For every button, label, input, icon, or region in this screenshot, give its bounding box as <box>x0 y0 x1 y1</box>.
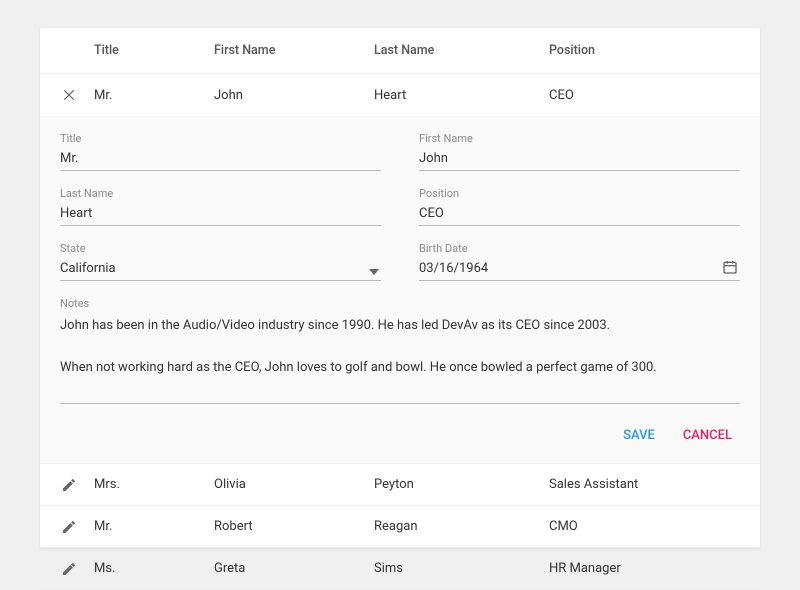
state-label: State <box>60 242 381 255</box>
last-name-field[interactable] <box>60 202 381 226</box>
edit-form: Title First Name Last Name Position Stat… <box>40 116 760 464</box>
calendar-icon[interactable] <box>722 259 738 275</box>
state-select[interactable] <box>60 257 381 281</box>
save-button[interactable]: SAVE <box>623 428 655 443</box>
cell-title: Mr. <box>94 88 214 103</box>
edit-icon[interactable] <box>60 560 78 578</box>
cell-first-name: Greta <box>214 561 374 576</box>
header-last-name[interactable]: Last Name <box>374 43 549 58</box>
birth-date-label: Birth Date <box>419 242 740 255</box>
edit-icon[interactable] <box>60 476 78 494</box>
cell-position: CMO <box>549 519 740 534</box>
table-row: Mr.RobertReaganCMO <box>40 506 760 548</box>
first-name-field[interactable] <box>419 147 740 171</box>
cell-last-name: Heart <box>374 88 549 103</box>
cell-last-name: Peyton <box>374 477 549 492</box>
cell-title: Ms. <box>94 561 214 576</box>
table-row: Ms.GretaSimsHR Manager <box>40 548 760 590</box>
table-row: Mrs.OliviaPeytonSales Assistant <box>40 464 760 506</box>
table-row: Mr. John Heart CEO <box>40 74 760 116</box>
employee-grid: Title First Name Last Name Position Mr. … <box>40 28 760 548</box>
last-name-label: Last Name <box>60 187 381 200</box>
header-first-name[interactable]: First Name <box>214 43 374 58</box>
title-field[interactable] <box>60 147 381 171</box>
cell-last-name: Sims <box>374 561 549 576</box>
cell-position: Sales Assistant <box>549 477 740 492</box>
notes-label: Notes <box>60 297 740 310</box>
cell-first-name: Olivia <box>214 477 374 492</box>
cell-position: CEO <box>549 88 740 103</box>
cell-first-name: John <box>214 88 374 103</box>
first-name-label: First Name <box>419 132 740 145</box>
header-position[interactable]: Position <box>549 43 740 58</box>
form-actions: SAVE CANCEL <box>60 418 740 459</box>
header-title[interactable]: Title <box>94 43 214 58</box>
cell-last-name: Reagan <box>374 519 549 534</box>
cell-position: HR Manager <box>549 561 740 576</box>
cancel-button[interactable]: CANCEL <box>683 428 732 443</box>
chevron-down-icon[interactable] <box>369 269 379 275</box>
close-icon[interactable] <box>60 86 78 104</box>
birth-date-field[interactable] <box>419 257 740 281</box>
column-headers: Title First Name Last Name Position <box>40 28 760 74</box>
cell-first-name: Robert <box>214 519 374 534</box>
cell-title: Mr. <box>94 519 214 534</box>
edit-icon[interactable] <box>60 518 78 536</box>
notes-field[interactable] <box>60 312 740 404</box>
title-label: Title <box>60 132 381 145</box>
cell-title: Mrs. <box>94 477 214 492</box>
position-field[interactable] <box>419 202 740 226</box>
position-label: Position <box>419 187 740 200</box>
